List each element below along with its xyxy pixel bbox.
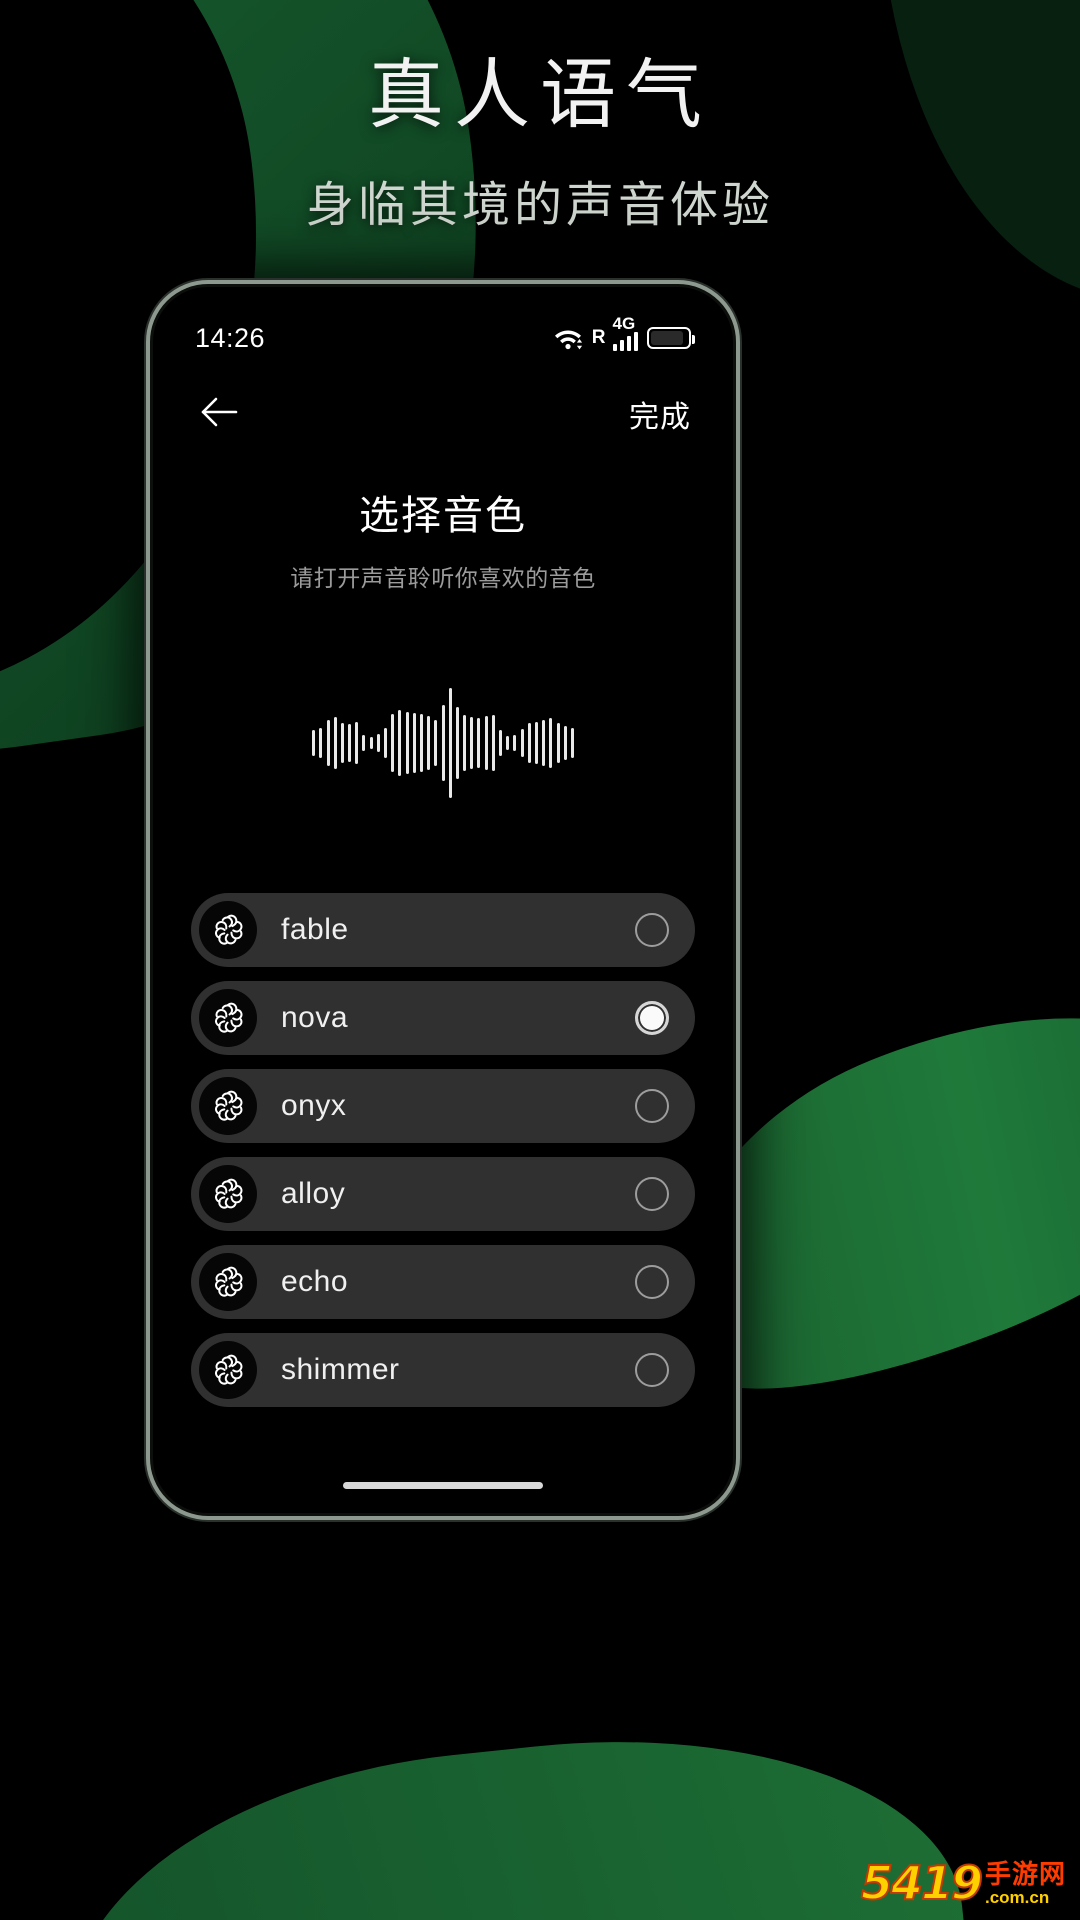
waveform-bar xyxy=(391,714,395,772)
waveform-bar xyxy=(491,715,495,771)
arrow-left-icon xyxy=(199,395,239,434)
battery-icon xyxy=(647,327,695,349)
openai-logo-icon xyxy=(199,1253,257,1311)
voice-option-row[interactable]: shimmer xyxy=(191,1333,695,1407)
page-subtitle: 请打开声音聆听你喜欢的音色 xyxy=(290,565,596,591)
promo-headline-block: 真人语气 身临其境的声音体验 xyxy=(0,48,1080,235)
waveform-bar xyxy=(434,720,438,766)
waveform-bar xyxy=(513,735,517,751)
done-button[interactable]: 完成 xyxy=(629,392,691,436)
watermark-text-group: 手游网 .com.cn xyxy=(985,1861,1066,1906)
waveform-bar xyxy=(355,722,359,764)
waveform-bar xyxy=(427,716,431,770)
voice-option-label: fable xyxy=(281,913,349,946)
waveform-bar xyxy=(312,730,316,756)
status-time: 14:26 xyxy=(195,322,266,353)
waveform-bar xyxy=(348,724,352,762)
phone-volume-button xyxy=(738,644,740,764)
4g-signal-icon: 4G xyxy=(612,315,638,351)
waveform-bar xyxy=(369,737,373,749)
status-bar: 14:26 R 4G xyxy=(155,289,731,359)
radio-unselected-icon[interactable] xyxy=(635,1177,669,1211)
radio-unselected-icon[interactable] xyxy=(635,1265,669,1299)
voice-option-row[interactable]: alloy xyxy=(191,1157,695,1231)
waveform-bar xyxy=(570,728,574,758)
status-icon-group: R 4G xyxy=(553,315,695,351)
radio-selected-icon[interactable] xyxy=(635,1001,669,1035)
waveform-bar xyxy=(484,716,488,770)
waveform-bar xyxy=(362,735,366,751)
openai-logo-icon xyxy=(199,1165,257,1223)
wifi-icon xyxy=(553,325,583,351)
waveform-bar xyxy=(463,715,467,771)
phone-screen: 14:26 R 4G 完成 选择音色 请打开声音聆听你喜欢的音色 fable n… xyxy=(155,289,731,1511)
home-indicator[interactable] xyxy=(343,1482,543,1489)
nav-bar: 完成 xyxy=(155,359,731,445)
waveform-bar xyxy=(470,717,474,769)
voice-option-label: echo xyxy=(281,1265,349,1298)
waveform-area xyxy=(155,593,731,893)
waveform-bar xyxy=(405,712,409,774)
network-type-label: 4G xyxy=(612,314,636,333)
waveform-bar xyxy=(419,714,423,772)
promo-headline: 真人语气 xyxy=(368,53,712,138)
voice-option-label: onyx xyxy=(281,1089,347,1122)
page-title: 选择音色 xyxy=(359,494,527,538)
waveform-bar xyxy=(455,707,459,779)
voice-option-row[interactable]: fable xyxy=(191,893,695,967)
waveform-bar xyxy=(499,730,502,756)
radio-unselected-icon[interactable] xyxy=(635,1353,669,1387)
openai-logo-icon xyxy=(199,901,257,959)
waveform-bar xyxy=(319,728,323,758)
waveform-bar xyxy=(534,722,538,764)
waveform-bar xyxy=(563,726,567,760)
watermark-domain: .com.cn xyxy=(984,1888,1050,1907)
waveform-bar xyxy=(384,728,387,758)
site-watermark: 5419 手游网 .com.cn xyxy=(860,1856,1066,1910)
voice-option-row[interactable]: echo xyxy=(191,1245,695,1319)
phone-mockup: 14:26 R 4G 完成 选择音色 请打开声音聆听你喜欢的音色 fable n… xyxy=(146,280,740,1520)
radio-unselected-icon[interactable] xyxy=(635,1089,669,1123)
signal-bars-icon xyxy=(612,332,638,351)
waveform-bar xyxy=(333,717,337,769)
waveform-bar xyxy=(556,723,560,763)
voice-option-list: fable nova onyx alloy echo shimmer xyxy=(155,893,731,1407)
phone-power-button xyxy=(738,844,740,1014)
openai-logo-icon xyxy=(199,1341,257,1399)
radio-unselected-icon[interactable] xyxy=(635,913,669,947)
watermark-site-name: 手游网 xyxy=(984,1859,1066,1889)
waveform-bar xyxy=(326,720,330,766)
waveform-bar xyxy=(340,723,344,763)
green-band-bottom-shape xyxy=(45,1703,975,1920)
waveform-bar xyxy=(506,736,510,750)
waveform-bar xyxy=(448,688,452,798)
voice-option-row[interactable]: onyx xyxy=(191,1069,695,1143)
waveform-bar xyxy=(398,710,402,776)
audio-waveform-icon[interactable] xyxy=(312,683,574,803)
openai-logo-icon xyxy=(199,989,257,1047)
voice-option-label: shimmer xyxy=(281,1353,400,1386)
roaming-icon: R xyxy=(591,327,606,348)
openai-logo-icon xyxy=(199,1077,257,1135)
waveform-bar xyxy=(520,729,524,757)
voice-option-label: alloy xyxy=(281,1177,346,1210)
waveform-bar xyxy=(376,734,380,752)
watermark-number: 5419 xyxy=(860,1856,984,1910)
promo-subheadline: 身临其境的声音体验 xyxy=(305,179,774,232)
waveform-bar xyxy=(477,718,481,768)
waveform-bar xyxy=(549,718,553,768)
waveform-bar xyxy=(441,705,445,781)
voice-option-label: nova xyxy=(281,1001,349,1034)
page-header: 选择音色 请打开声音聆听你喜欢的音色 xyxy=(155,483,731,593)
waveform-bar xyxy=(542,720,546,766)
back-button[interactable] xyxy=(193,388,245,440)
voice-option-row[interactable]: nova xyxy=(191,981,695,1055)
waveform-bar xyxy=(412,713,416,773)
waveform-bar xyxy=(527,723,531,763)
